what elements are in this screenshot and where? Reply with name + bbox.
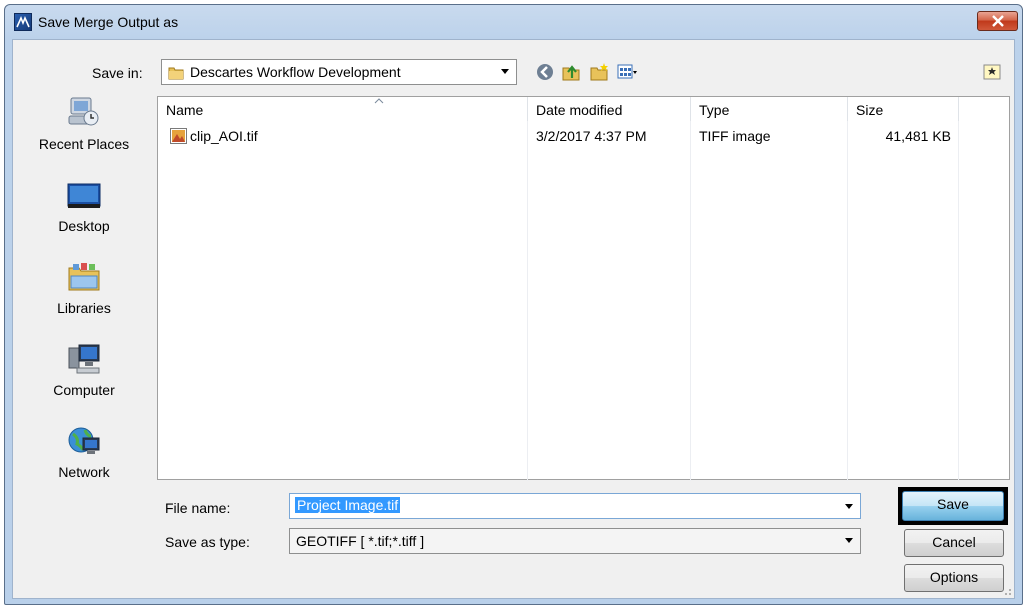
libraries-icon [68,263,100,291]
column-divider [847,121,848,481]
column-divider [527,121,528,481]
close-icon [992,15,1004,27]
place-libraries[interactable]: Libraries [13,260,155,330]
up-folder-icon[interactable] [561,62,581,82]
dialog-body: Save in: Descartes Workflow Development [12,39,1015,599]
file-name: clip_AOI.tif [190,128,258,144]
column-header-date[interactable]: Date modified [528,97,691,121]
place-desktop[interactable]: Desktop [13,178,155,248]
place-label: Desktop [58,218,110,234]
network-icon [68,427,100,454]
tiff-image-icon [170,128,187,144]
file-size: 41,481 KB [885,128,951,144]
folder-icon [168,67,184,80]
file-date: 3/2/2017 4:37 PM [536,128,647,144]
options-button[interactable]: Options [904,564,1004,592]
column-header-label: Size [856,102,884,118]
save-in-dropdown[interactable]: Descartes Workflow Development [161,59,517,85]
column-divider [958,121,959,481]
column-header-label: Name [166,102,204,118]
window-title: Save Merge Output as [38,14,179,30]
save-as-type-value: GEOTIFF [ *.tif;*.tiff ] [296,533,425,549]
place-label: Recent Places [38,136,130,152]
column-header-label: Date modified [536,102,623,118]
save-as-type-dropdown[interactable]: GEOTIFF [ *.tif;*.tiff ] [289,528,861,554]
new-item-icon[interactable] [982,62,1002,82]
column-header-type[interactable]: Type [691,97,848,121]
column-header-label: Type [699,102,730,118]
cancel-button[interactable]: Cancel [904,529,1004,557]
title-bar[interactable]: Save Merge Output as [5,5,1022,39]
save-button-highlight: Save [898,487,1008,525]
save-in-label: Save in: [92,65,143,81]
file-name-input[interactable]: Project Image.tif [289,493,861,519]
save-button[interactable]: Save [902,491,1004,521]
close-button[interactable] [977,11,1018,31]
save-dialog-window: Save Merge Output as Save in: Descartes … [4,4,1023,605]
place-label: Libraries [57,300,111,316]
recent-places-icon [68,97,99,126]
place-computer[interactable]: Computer [13,342,155,412]
column-divider [690,121,691,481]
file-type: TIFF image [699,128,771,144]
column-header-size[interactable]: Size [848,97,959,121]
sort-ascending-icon [374,98,384,104]
resize-grip-icon[interactable] [1002,586,1012,596]
file-name-value: Project Image.tif [295,497,401,513]
desktop-icon [67,183,101,208]
file-row[interactable]: clip_AOI.tif 3/2/2017 4:37 PM TIFF image… [158,125,1009,147]
save-in-value: Descartes Workflow Development [190,64,401,80]
chevron-down-icon [845,538,853,543]
chevron-down-icon [501,69,509,74]
new-folder-icon[interactable] [589,62,609,82]
places-bar: Recent Places Desktop Libraries Computer… [13,96,155,516]
computer-icon [68,344,100,374]
place-recent-places[interactable]: Recent Places [13,96,155,166]
save-as-type-label: Save as type: [165,534,250,550]
place-label: Computer [53,382,115,398]
back-icon[interactable] [535,62,555,82]
column-header-filler [959,97,1009,121]
view-menu-icon[interactable] [617,62,637,82]
app-logo-icon [14,13,32,31]
place-label: Network [58,464,110,480]
file-list[interactable]: Name Date modified Type Size clip_AOI.ti… [157,96,1010,481]
file-name-label: File name: [165,500,231,516]
column-header-name[interactable]: Name [158,97,528,121]
chevron-down-icon[interactable] [845,504,853,509]
place-network[interactable]: Network [13,424,155,494]
